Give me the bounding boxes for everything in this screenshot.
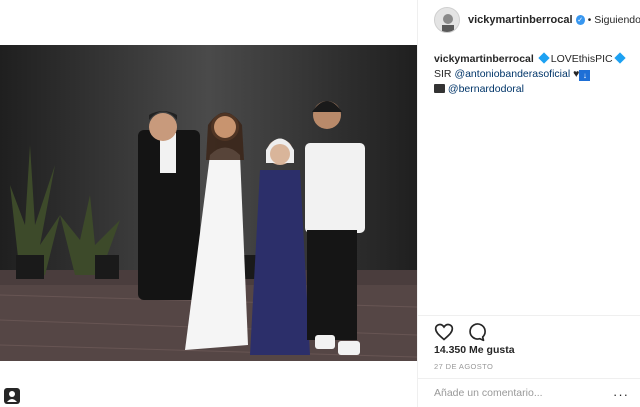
post-date: 27 DE AGOSTO	[434, 362, 494, 371]
mention-link[interactable]: @antoniobanderasoficial	[454, 68, 570, 80]
diamond-icon	[538, 52, 550, 64]
post-sidebar: vickymartinberrocal ✓ • Siguiendo vickym…	[417, 0, 640, 407]
post-header: vickymartinberrocal ✓ • Siguiendo	[418, 0, 640, 40]
verified-icon: ✓	[575, 15, 585, 25]
post-photo-illustration	[0, 45, 417, 361]
post-actions	[418, 315, 640, 343]
avatar[interactable]	[434, 7, 460, 33]
follow-separator: •	[587, 14, 592, 26]
caption-love-text: LOVEthisPIC	[550, 53, 613, 65]
caption-username[interactable]: vickymartinberrocal	[434, 53, 534, 65]
clapperboard-icon	[434, 84, 445, 93]
diamond-icon	[613, 52, 626, 64]
following-button[interactable]: Siguiendo	[594, 14, 640, 26]
heart-icon[interactable]	[434, 322, 454, 342]
user-tag-icon[interactable]	[4, 388, 20, 404]
down-arrow-icon: ↓	[579, 70, 591, 81]
comment-icon[interactable]	[466, 322, 486, 342]
mention-link[interactable]: @bernardodoral	[448, 83, 524, 95]
comment-section: ···	[418, 378, 640, 407]
comment-input[interactable]	[434, 387, 604, 399]
post-photo[interactable]	[0, 45, 417, 361]
post-caption: vickymartinberrocal LOVEthisPIC SIR @ant…	[434, 52, 634, 97]
caption-sir-text: SIR	[434, 68, 452, 80]
header-username[interactable]: vickymartinberrocal	[468, 14, 573, 26]
likes-count[interactable]: 14.350 Me gusta	[434, 344, 515, 356]
more-options-icon[interactable]: ···	[613, 387, 629, 402]
